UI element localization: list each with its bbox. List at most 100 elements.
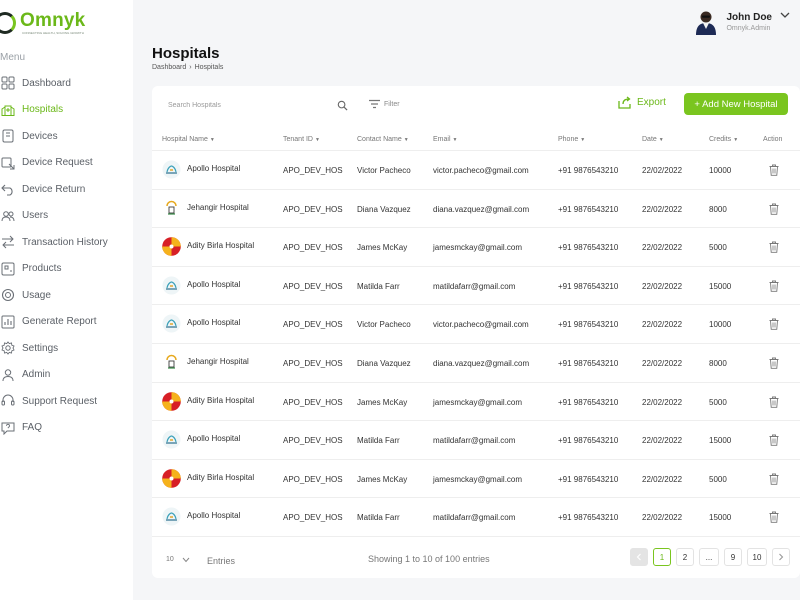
sidebar-item-users[interactable]: Users — [0, 203, 133, 230]
date: 22/02/2022 — [642, 243, 683, 253]
col-action: Action — [763, 136, 783, 143]
prev-page-button[interactable] — [630, 548, 648, 566]
table-row[interactable]: Apollo Hospital APO_DEV_HOS Matilda Farr ma… — [152, 267, 800, 306]
table-row[interactable]: Jehangir Hospital APO_DEV_HOS Diana Vazque… — [152, 344, 800, 383]
sidebar-item-device-return[interactable]: Device Return — [0, 176, 133, 203]
trash-icon[interactable] — [769, 434, 779, 446]
sidebar-item-faq[interactable]: FAQ — [0, 415, 133, 442]
sidebar-item-settings[interactable]: Settings — [0, 335, 133, 362]
credits: 10000 — [709, 320, 732, 330]
chevron-down-icon — [182, 557, 190, 562]
date: 22/02/2022 — [642, 320, 683, 330]
trash-icon[interactable] — [769, 164, 779, 176]
phone: +91 9876543210 — [558, 474, 619, 484]
hospital-name[interactable]: Apollo Hospital — [187, 164, 240, 173]
filter-button[interactable]: Filter — [369, 99, 400, 109]
tenant-id: APO_DEV_HOS — [283, 513, 343, 523]
breadcrumb-dashboard[interactable]: Dashboard — [152, 64, 186, 71]
support-icon — [0, 394, 16, 408]
hospital-name[interactable]: Jehangir Hospital — [187, 203, 249, 212]
sidebar-item-admin[interactable]: Admin — [0, 362, 133, 389]
col-phone[interactable]: Phone ▼ — [558, 136, 585, 143]
sidebar-item-transaction-history[interactable]: Transaction History — [0, 229, 133, 256]
email: victor.pacheco@gmail.com — [433, 166, 529, 175]
export-button[interactable]: Export — [618, 96, 666, 109]
page-button-9[interactable]: 9 — [724, 548, 742, 566]
logo-ring-icon — [0, 12, 16, 34]
page-ellipsis: ... — [699, 548, 719, 566]
trash-icon[interactable] — [769, 203, 779, 215]
hospital-name[interactable]: Adity Birla Hospital — [187, 396, 254, 405]
hospital-name[interactable]: Apollo Hospital — [187, 318, 240, 327]
hospital-logo-icon — [162, 160, 181, 179]
col-date[interactable]: Date ▼ — [642, 136, 664, 143]
users-icon — [0, 209, 16, 223]
brand-logo[interactable]: Omnyk CONNECTING HEALTH, SOLVING GROWTH — [0, 10, 100, 36]
hospital-name[interactable]: Apollo Hospital — [187, 280, 240, 289]
hospital-name[interactable]: Apollo Hospital — [187, 511, 240, 520]
table-row[interactable]: Apollo Hospital APO_DEV_HOS Matilda Farr ma… — [152, 498, 800, 537]
trash-icon[interactable] — [769, 396, 779, 408]
table-row[interactable]: Adity Birla Hospital APO_DEV_HOS James McK… — [152, 228, 800, 267]
trash-icon[interactable] — [769, 511, 779, 524]
hospital-name[interactable]: Adity Birla Hospital — [187, 241, 254, 250]
tenant-id: APO_DEV_HOS — [283, 243, 343, 253]
credits: 5000 — [709, 243, 727, 253]
hospital-logo-icon — [162, 391, 181, 411]
tenant-id: APO_DEV_HOS — [283, 397, 343, 407]
return-icon — [0, 182, 16, 196]
trash-icon[interactable] — [769, 241, 779, 253]
trash-icon[interactable] — [769, 280, 779, 292]
table-row[interactable]: Jehangir Hospital APO_DEV_HOS Diana Vazque… — [152, 190, 800, 229]
user-role: Omnyk.Admin — [726, 25, 771, 32]
sidebar-item-dashboard[interactable]: Dashboard — [0, 70, 133, 97]
hospital-name[interactable]: Adity Birla Hospital — [187, 473, 254, 482]
add-hospital-button[interactable]: + Add New Hospital — [684, 93, 788, 115]
credits: 8000 — [709, 204, 727, 214]
sidebar-item-generate-report[interactable]: Generate Report — [0, 309, 133, 336]
table-row[interactable]: Apollo Hospital APO_DEV_HOS Victor Pacheco… — [152, 305, 800, 344]
search-input[interactable] — [168, 101, 333, 109]
menu-title: Menu — [0, 52, 26, 63]
transaction-icon — [0, 235, 16, 249]
hospital-logo-icon — [162, 353, 181, 372]
col-hospital-name[interactable]: Hospital Name ▼ — [162, 136, 215, 143]
col-credits[interactable]: Credits ▼ — [709, 136, 738, 143]
hospital-logo-icon — [162, 314, 181, 333]
credits: 15000 — [709, 281, 732, 291]
chevron-down-icon[interactable] — [780, 10, 790, 20]
sidebar-item-products[interactable]: Products — [0, 256, 133, 283]
page-size-select[interactable]: 10 — [166, 556, 190, 563]
search-box[interactable] — [168, 94, 358, 116]
page-button-10[interactable]: 10 — [747, 548, 767, 566]
email: victor.pacheco@gmail.com — [433, 320, 529, 330]
hospital-name[interactable]: Apollo Hospital — [187, 434, 240, 443]
col-tenant-id[interactable]: Tenant ID ▼ — [283, 136, 320, 143]
sidebar-item-usage[interactable]: Usage — [0, 282, 133, 309]
user-menu[interactable]: John Doe Omnyk.Admin — [694, 8, 790, 36]
sidebar-item-support-request[interactable]: Support Request — [0, 388, 133, 415]
date: 22/02/2022 — [642, 166, 683, 175]
col-email[interactable]: Email ▼ — [433, 136, 457, 143]
contact-name: James McKay — [357, 243, 408, 253]
table-row[interactable]: Apollo Hospital APO_DEV_HOS Matilda Farr ma… — [152, 421, 800, 460]
trash-icon[interactable] — [769, 357, 779, 369]
sidebar-item-devices[interactable]: Devices — [0, 123, 133, 150]
page-button-2[interactable]: 2 — [676, 548, 694, 566]
brand-name: Omnyk — [20, 10, 86, 31]
trash-icon[interactable] — [769, 318, 779, 331]
sidebar-item-hospitals[interactable]: Hospitals — [0, 97, 133, 124]
next-page-button[interactable] — [772, 548, 790, 566]
table-row[interactable]: Apollo Hospital APO_DEV_HOS Victor Pacheco… — [152, 151, 800, 190]
sidebar-item-device-request[interactable]: Device Request — [0, 150, 133, 177]
sidebar: Omnyk CONNECTING HEALTH, SOLVING GROWTH … — [0, 0, 133, 600]
search-icon[interactable] — [337, 100, 348, 111]
col-contact-name[interactable]: Contact Name ▼ — [357, 136, 409, 143]
table-row[interactable]: Adity Birla Hospital APO_DEV_HOS James McK… — [152, 460, 800, 499]
table-row[interactable]: Adity Birla Hospital APO_DEV_HOS James McK… — [152, 383, 800, 422]
trash-icon[interactable] — [769, 473, 779, 485]
sidebar-item-label: Usage — [22, 289, 51, 301]
email: diana.vazquez@gmail.com — [433, 204, 530, 214]
page-button-1[interactable]: 1 — [653, 548, 671, 566]
hospital-name[interactable]: Jehangir Hospital — [187, 357, 249, 366]
